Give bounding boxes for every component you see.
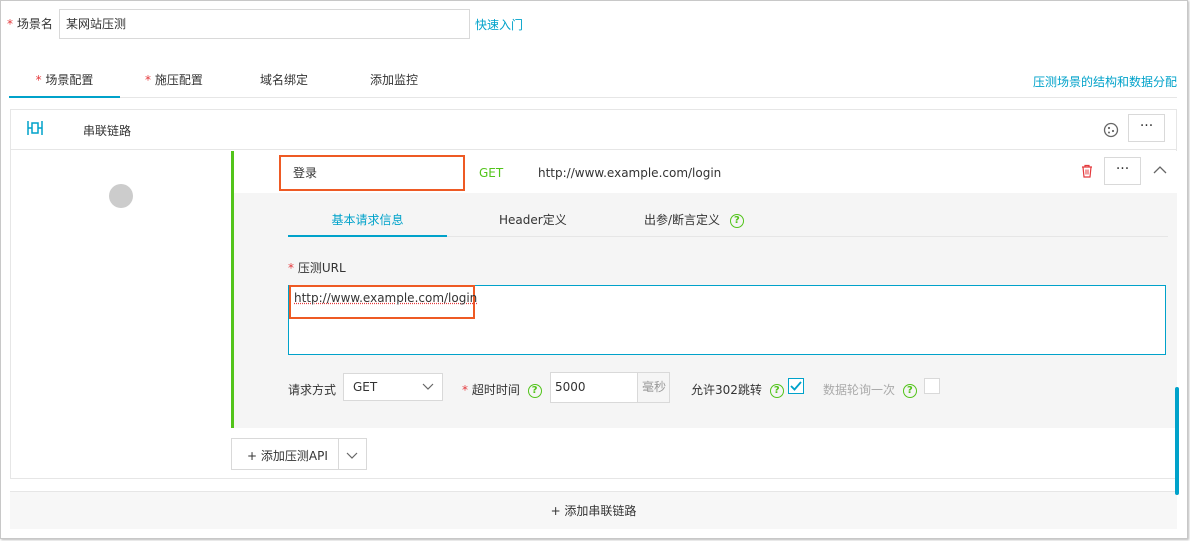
- request-tabs: 基本请求信息 Header定义 出参/断言定义 ?: [288, 203, 1168, 237]
- url-label: * 压测URL: [288, 261, 346, 275]
- tab-domain-binding[interactable]: 域名绑定: [260, 71, 308, 88]
- poll-checkbox[interactable]: [924, 378, 940, 394]
- api-header: 登录 GET http://www.example.com/login ···: [234, 151, 1177, 193]
- redirect-label: 允许302跳转 ?: [691, 381, 784, 398]
- chain-panel: 串联链路 ··· 登录 GET http://www.example.com/l…: [10, 109, 1177, 479]
- tab-basic-request[interactable]: 基本请求信息: [288, 211, 447, 237]
- help-icon[interactable]: ?: [729, 213, 744, 228]
- api-url-text: http://www.example.com/login: [538, 166, 722, 180]
- delete-icon[interactable]: [1081, 164, 1093, 181]
- tab-add-monitor[interactable]: 添加监控: [370, 71, 418, 88]
- api-block: 登录 GET http://www.example.com/login ··· …: [231, 151, 1177, 428]
- chevron-up-icon[interactable]: [1153, 164, 1167, 178]
- api-name-input[interactable]: 登录: [279, 155, 465, 191]
- chain-icon: [25, 118, 45, 141]
- tab-output-assert[interactable]: 出参/断言定义 ?: [644, 211, 744, 228]
- method-label: 请求方式: [288, 383, 337, 397]
- url-textarea[interactable]: http://www.example.com/login: [288, 285, 1166, 355]
- help-icon[interactable]: ?: [902, 383, 917, 398]
- add-chain-button[interactable]: + 添加串联链路: [10, 491, 1177, 529]
- timeout-input[interactable]: 5000: [550, 372, 638, 403]
- tab-pressure-config[interactable]: * 施压配置: [145, 71, 203, 88]
- timeout-unit: 毫秒: [637, 372, 670, 403]
- chain-title: 串联链路: [83, 124, 132, 138]
- help-icon[interactable]: ?: [769, 383, 784, 398]
- structure-help-link[interactable]: 压测场景的结构和数据分配: [1033, 73, 1177, 90]
- config-tabs: * 场景配置 * 施压配置 域名绑定 添加监控 压测场景的结构和数据分配: [9, 61, 1177, 98]
- chain-header: 串联链路 ···: [11, 110, 1176, 150]
- scrollbar[interactable]: [1175, 387, 1179, 495]
- api-more-button[interactable]: ···: [1104, 157, 1141, 185]
- add-api-button[interactable]: + 添加压测API: [231, 438, 367, 470]
- scene-name-input[interactable]: 某网站压测: [59, 9, 470, 39]
- chevron-down-icon[interactable]: [346, 449, 358, 463]
- url-value: http://www.example.com/login: [294, 291, 478, 305]
- timeout-label: * 超时时间 ?: [462, 381, 542, 398]
- redirect-checkbox[interactable]: [788, 378, 804, 394]
- app-frame: * 场景名 某网站压测 快速入门 * 场景配置 * 施压配置 域名绑定 添加监控…: [0, 0, 1188, 539]
- method-select[interactable]: GET: [343, 373, 443, 401]
- chain-node-dot: [109, 184, 133, 208]
- cookie-icon[interactable]: [1103, 122, 1119, 141]
- api-body: 基本请求信息 Header定义 出参/断言定义 ? * 压测URL http:/…: [234, 193, 1177, 428]
- scene-name-label: * 场景名: [7, 17, 53, 31]
- chain-more-button[interactable]: ···: [1128, 114, 1165, 142]
- poll-label: 数据轮询一次 ?: [823, 381, 917, 398]
- api-method-badge: GET: [479, 166, 504, 180]
- tab-scene-config[interactable]: * 场景配置: [9, 71, 120, 98]
- tab-header-def[interactable]: Header定义: [499, 211, 567, 228]
- quick-start-link[interactable]: 快速入门: [475, 16, 523, 33]
- chevron-down-icon: [422, 374, 434, 400]
- help-icon[interactable]: ?: [527, 383, 542, 398]
